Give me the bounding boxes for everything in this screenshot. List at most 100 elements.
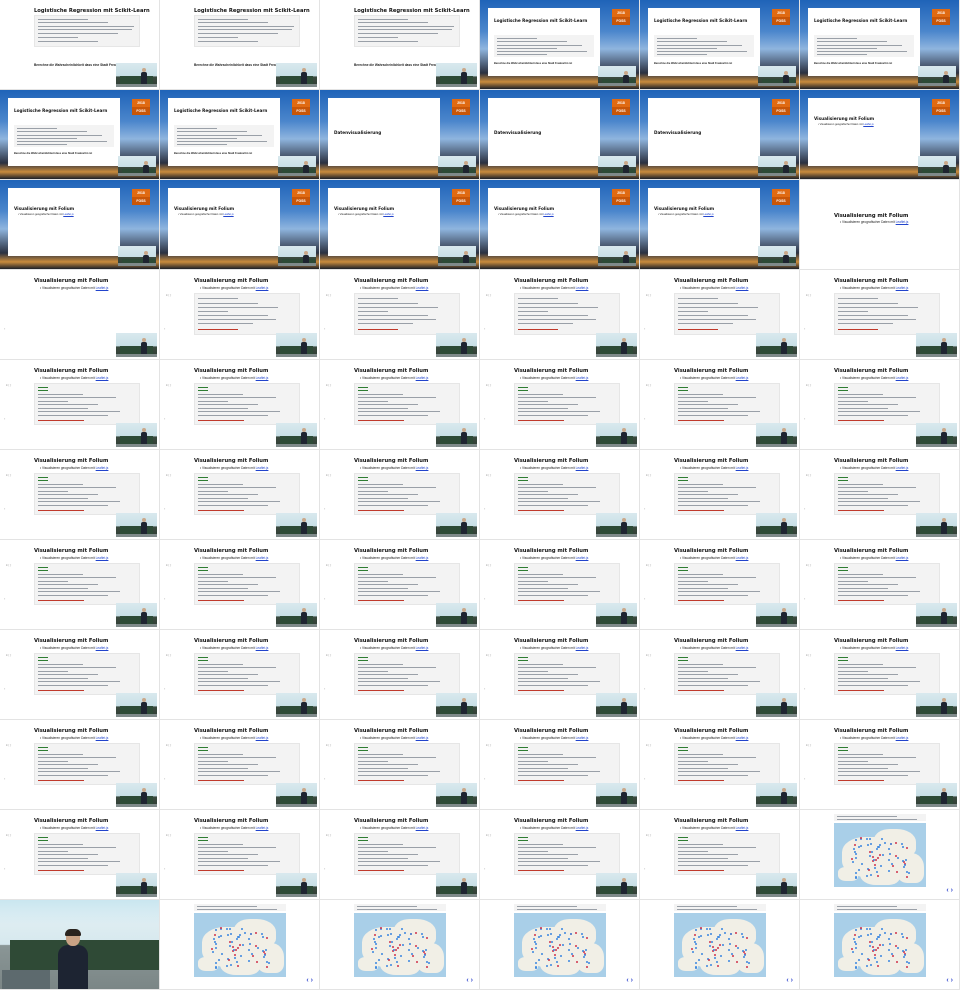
map-marker[interactable]	[211, 951, 214, 953]
map-marker[interactable]	[872, 855, 875, 858]
chevron-left-icon[interactable]: ‹	[484, 776, 485, 781]
leaflet-link[interactable]: Leaflet.js	[416, 466, 429, 470]
map-marker[interactable]	[219, 927, 222, 930]
map-marker[interactable]	[238, 943, 241, 946]
map-marker[interactable]	[226, 933, 229, 936]
map-marker[interactable]	[900, 842, 903, 845]
map-marker[interactable]	[707, 958, 710, 961]
chevron-left-icon[interactable]: ‹	[164, 596, 165, 601]
map-marker[interactable]	[379, 927, 382, 930]
map-marker[interactable]	[425, 936, 428, 939]
slide-thumbnail[interactable]: Logistische Regression mit Scikit-Learn B…	[640, 0, 800, 90]
leaflet-link[interactable]: Leaflet.js	[736, 466, 749, 470]
map-marker[interactable]	[854, 872, 857, 875]
slide-thumbnail[interactable]: Visualisierung mit Folium • Visualisieren…	[640, 360, 800, 450]
map-marker[interactable]	[552, 945, 555, 948]
map-marker[interactable]	[569, 933, 572, 936]
map-marker[interactable]	[409, 933, 412, 936]
map-marker[interactable]	[243, 931, 246, 934]
leaflet-link[interactable]: Leaflet.js	[736, 556, 749, 560]
map-marker[interactable]	[385, 927, 388, 930]
leaflet-link[interactable]: Leaflet.js	[896, 556, 909, 560]
chevron-left-icon[interactable]: ‹	[4, 776, 5, 781]
map-marker[interactable]	[854, 856, 857, 859]
map-marker[interactable]	[868, 837, 871, 840]
map-marker[interactable]	[409, 942, 412, 945]
slide-thumbnail[interactable]: Logistische Regression mit Scikit-Learn B…	[320, 0, 480, 90]
leaflet-link[interactable]: Leaflet.js	[256, 376, 269, 380]
chevron-left-icon[interactable]: ‹	[484, 416, 485, 421]
slide-thumbnail[interactable]: Visualisierung mit Folium • Visualisieren…	[480, 720, 640, 810]
chevron-right-icon[interactable]: ‹ ›	[946, 977, 953, 984]
map-marker[interactable]	[377, 958, 380, 961]
map-marker[interactable]	[889, 843, 892, 846]
map-marker[interactable]	[214, 965, 217, 968]
leaflet-link[interactable]: Leaflet.js	[96, 556, 109, 560]
folium-map[interactable]	[834, 823, 926, 887]
map-marker[interactable]	[229, 933, 232, 936]
slide-thumbnail[interactable]: Visualisierung mit Folium • Visualisieren…	[320, 630, 480, 720]
chevron-left-icon[interactable]: ‹	[324, 776, 325, 781]
map-marker[interactable]	[708, 927, 711, 930]
folium-map[interactable]	[674, 913, 766, 977]
map-marker[interactable]	[883, 841, 886, 844]
slide-thumbnail[interactable]: Visualisierung mit Folium • Visualisieren…	[160, 450, 320, 540]
map-marker[interactable]	[388, 927, 391, 930]
map-marker[interactable]	[574, 932, 577, 935]
slide-thumbnail[interactable]: ‹ ›	[480, 900, 640, 990]
map-marker[interactable]	[876, 875, 879, 878]
map-marker[interactable]	[854, 962, 857, 965]
slide-thumbnail[interactable]: Visualisierung mit Folium • Visualisieren…	[320, 540, 480, 630]
chevron-left-icon[interactable]: ‹	[644, 506, 645, 511]
map-marker[interactable]	[859, 837, 862, 840]
map-marker[interactable]	[902, 955, 905, 958]
slide-thumbnail[interactable]: ‹ ›	[800, 810, 960, 900]
map-marker[interactable]	[706, 933, 709, 936]
leaflet-link[interactable]: Leaflet.js	[383, 213, 393, 216]
slide-thumbnail[interactable]: Visualisierung mit Folium • Visualisieren…	[320, 810, 480, 900]
folium-map[interactable]	[514, 913, 606, 977]
slide-thumbnail[interactable]: ‹ ›	[800, 900, 960, 990]
map-marker[interactable]	[264, 948, 267, 951]
chevron-left-icon[interactable]: ‹	[164, 416, 165, 421]
map-marker[interactable]	[881, 943, 884, 946]
leaflet-link[interactable]: Leaflet.js	[416, 736, 429, 740]
leaflet-link[interactable]: Leaflet.js	[576, 736, 589, 740]
map-marker[interactable]	[694, 962, 697, 965]
map-marker[interactable]	[374, 946, 377, 949]
chevron-left-icon[interactable]: ‹	[644, 686, 645, 691]
map-marker[interactable]	[691, 951, 694, 953]
chevron-left-icon[interactable]: ‹	[804, 596, 805, 601]
map-marker[interactable]	[869, 843, 872, 846]
map-marker[interactable]	[228, 927, 231, 930]
map-marker[interactable]	[889, 852, 892, 855]
slide-thumbnail[interactable]: Datenvisualisierung 2018 FOSS	[320, 90, 480, 180]
map-marker[interactable]	[225, 927, 228, 930]
map-marker[interactable]	[876, 965, 879, 968]
map-marker[interactable]	[414, 932, 417, 935]
leaflet-link[interactable]: Leaflet.js	[896, 646, 909, 650]
map-marker[interactable]	[878, 853, 881, 856]
slide-thumbnail[interactable]: Visualisierung mit Folium • Visualisieren…	[320, 450, 480, 540]
slide-thumbnail[interactable]: Visualisierung mit Folium • Visualisieren…	[640, 540, 800, 630]
slide-thumbnail[interactable]: Visualisierung mit Folium • Visualisieren…	[320, 270, 480, 360]
map-marker[interactable]	[265, 936, 268, 939]
chevron-right-icon[interactable]: ‹ ›	[626, 977, 633, 984]
leaflet-link[interactable]: Leaflet.js	[896, 376, 909, 380]
map-marker[interactable]	[401, 943, 404, 946]
map-marker[interactable]	[534, 965, 537, 968]
chevron-left-icon[interactable]: ‹	[4, 326, 5, 331]
chevron-left-icon[interactable]: ‹	[324, 596, 325, 601]
map-marker[interactable]	[718, 943, 721, 946]
chevron-left-icon[interactable]: ‹	[804, 686, 805, 691]
map-marker[interactable]	[531, 951, 534, 953]
map-marker[interactable]	[709, 933, 712, 936]
slide-thumbnail[interactable]: Visualisierung mit Folium • Visualisieren…	[160, 630, 320, 720]
slide-thumbnail[interactable]: Visualisierung mit Folium • Visualisieren…	[480, 180, 640, 270]
map-marker[interactable]	[721, 943, 724, 946]
slide-thumbnail[interactable]: Visualisierung mit Folium • Visualisieren…	[800, 90, 960, 180]
chevron-left-icon[interactable]: ‹	[4, 866, 5, 871]
slide-thumbnail[interactable]: Logistische Regression mit Scikit-Learn B…	[0, 0, 160, 90]
leaflet-link[interactable]: Leaflet.js	[416, 556, 429, 560]
map-marker[interactable]	[569, 942, 572, 945]
